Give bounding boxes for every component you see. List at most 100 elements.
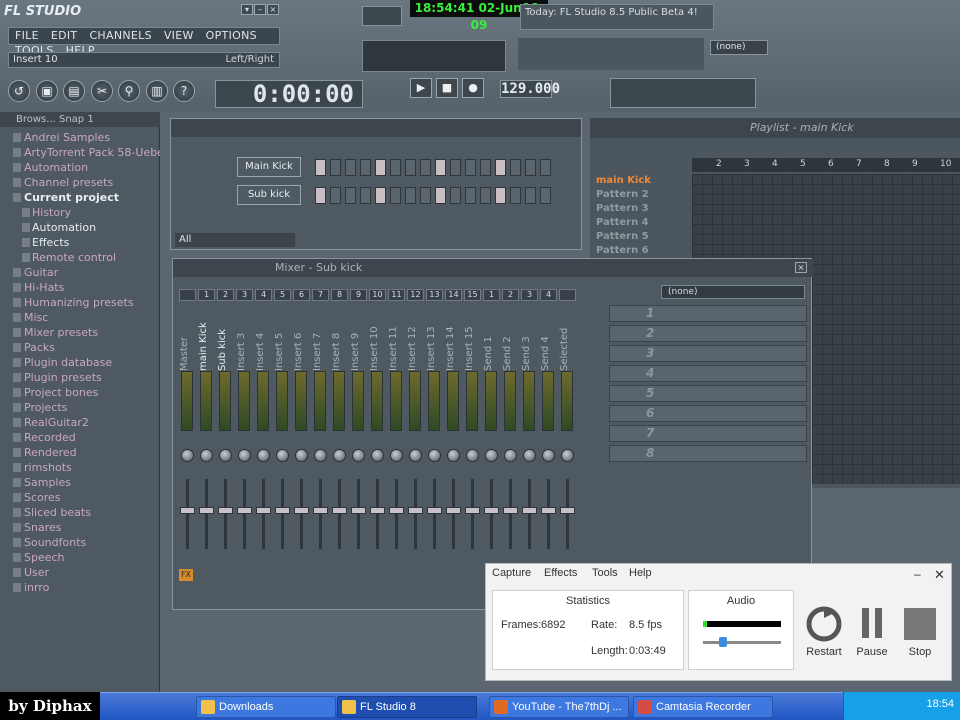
pattern-item[interactable]: Pattern 5 bbox=[592, 230, 690, 244]
step-button[interactable] bbox=[495, 159, 506, 176]
effect-slot[interactable]: 4 bbox=[609, 365, 807, 382]
track-knob[interactable] bbox=[371, 449, 384, 462]
track-fcap[interactable] bbox=[560, 507, 575, 514]
effect-slot[interactable]: 2 bbox=[609, 325, 807, 342]
track-fcap[interactable] bbox=[313, 507, 328, 514]
track-fader[interactable] bbox=[338, 479, 341, 549]
track-fcap[interactable] bbox=[332, 507, 347, 514]
track-knob[interactable] bbox=[314, 449, 327, 462]
menu-effects[interactable]: Effects bbox=[544, 567, 577, 579]
close-icon[interactable]: ✕ bbox=[934, 567, 945, 583]
mixer-track[interactable]: 8 Insert 8 bbox=[331, 281, 348, 603]
track-fader[interactable] bbox=[300, 479, 303, 549]
step-button[interactable] bbox=[540, 159, 551, 176]
pattern-item[interactable]: Pattern 2 bbox=[592, 188, 690, 202]
tempo-display[interactable]: 129.000 bbox=[500, 80, 560, 98]
browser-item[interactable]: Samples bbox=[0, 475, 160, 490]
taskbar-item[interactable]: FL Studio 8 bbox=[337, 696, 477, 718]
fx-badge[interactable]: FX bbox=[179, 569, 193, 581]
track-knob[interactable] bbox=[238, 449, 251, 462]
track-knob[interactable] bbox=[428, 449, 441, 462]
mixer-track[interactable]: Selected bbox=[559, 281, 576, 603]
browser-item[interactable]: Remote control bbox=[0, 250, 160, 265]
track-fader[interactable] bbox=[205, 479, 208, 549]
track-knob[interactable] bbox=[181, 449, 194, 462]
audio-volume-slider[interactable] bbox=[703, 641, 781, 644]
mixer-track[interactable]: 1 Send 1 bbox=[483, 281, 500, 603]
step-button[interactable] bbox=[525, 187, 536, 204]
browser-item[interactable]: Guitar bbox=[0, 265, 160, 280]
browser-item[interactable]: rimshots bbox=[0, 460, 160, 475]
effect-slot[interactable]: 1 bbox=[609, 305, 807, 322]
snap-selector[interactable]: (none) bbox=[710, 40, 768, 55]
browser-item[interactable]: Plugin database bbox=[0, 355, 160, 370]
track-fcap[interactable] bbox=[503, 507, 518, 514]
browser-item[interactable]: Scores bbox=[0, 490, 160, 505]
step-button[interactable] bbox=[345, 159, 356, 176]
track-fcap[interactable] bbox=[484, 507, 499, 514]
track-fader[interactable] bbox=[395, 479, 398, 549]
notes-icon[interactable]: ▥ bbox=[146, 80, 168, 102]
browser-item[interactable]: Plugin presets bbox=[0, 370, 160, 385]
mixer-track[interactable]: 11 Insert 11 bbox=[388, 281, 405, 603]
track-fader[interactable] bbox=[319, 479, 322, 549]
save-icon[interactable]: ▣ bbox=[36, 80, 58, 102]
browser-item[interactable]: Recorded bbox=[0, 430, 160, 445]
mixer-track[interactable]: Master bbox=[179, 281, 196, 603]
zoom-icon[interactable]: ⚲ bbox=[118, 80, 140, 102]
mixer-track[interactable]: 2 Sub kick bbox=[217, 281, 234, 603]
track-fcap[interactable] bbox=[408, 507, 423, 514]
track-knob[interactable] bbox=[200, 449, 213, 462]
taskbar-item[interactable]: YouTube - The7thDj ... bbox=[489, 696, 629, 718]
step-button[interactable] bbox=[360, 187, 371, 204]
browser-item[interactable]: Automation bbox=[0, 160, 160, 175]
track-fader[interactable] bbox=[376, 479, 379, 549]
effect-slot[interactable]: 7 bbox=[609, 425, 807, 442]
track-fader[interactable] bbox=[509, 479, 512, 549]
track-fcap[interactable] bbox=[351, 507, 366, 514]
step-button[interactable] bbox=[435, 159, 446, 176]
browser-item[interactable]: Hi-Hats bbox=[0, 280, 160, 295]
mixer-track[interactable]: 7 Insert 7 bbox=[312, 281, 329, 603]
step-button[interactable] bbox=[480, 159, 491, 176]
menu-edit[interactable]: EDIT bbox=[45, 28, 84, 43]
mixer-track[interactable]: 1 main Kick bbox=[198, 281, 215, 603]
menu-view[interactable]: VIEW bbox=[158, 28, 200, 43]
menu-help[interactable]: Help bbox=[629, 567, 652, 579]
track-fader[interactable] bbox=[528, 479, 531, 549]
track-knob[interactable] bbox=[352, 449, 365, 462]
mixer-track[interactable]: 14 Insert 14 bbox=[445, 281, 462, 603]
mixer-track[interactable]: 12 Insert 12 bbox=[407, 281, 424, 603]
step-button[interactable] bbox=[510, 187, 521, 204]
pattern-item[interactable]: Pattern 6 bbox=[592, 244, 690, 258]
browser-item[interactable]: Snares bbox=[0, 520, 160, 535]
step-button[interactable] bbox=[315, 187, 326, 204]
stop-icon[interactable]: ■ bbox=[436, 78, 458, 98]
track-knob[interactable] bbox=[485, 449, 498, 462]
browser-item[interactable]: Packs bbox=[0, 340, 160, 355]
step-button[interactable] bbox=[390, 159, 401, 176]
channel-filter[interactable]: All bbox=[175, 233, 295, 247]
window-menu-icon[interactable]: ▾ bbox=[241, 4, 253, 15]
mixer-track[interactable]: 5 Insert 5 bbox=[274, 281, 291, 603]
track-fcap[interactable] bbox=[294, 507, 309, 514]
step-button[interactable] bbox=[345, 187, 356, 204]
step-button[interactable] bbox=[465, 187, 476, 204]
track-knob[interactable] bbox=[561, 449, 574, 462]
browser-item[interactable]: Project bones bbox=[0, 385, 160, 400]
step-button[interactable] bbox=[375, 187, 386, 204]
track-fcap[interactable] bbox=[389, 507, 404, 514]
mixer-track[interactable]: 2 Send 2 bbox=[502, 281, 519, 603]
export-icon[interactable]: ▤ bbox=[63, 80, 85, 102]
cut-icon[interactable]: ✂ bbox=[91, 80, 113, 102]
step-button[interactable] bbox=[390, 187, 401, 204]
effect-slot[interactable]: 3 bbox=[609, 345, 807, 362]
browser-item[interactable]: Rendered bbox=[0, 445, 160, 460]
step-button[interactable] bbox=[435, 187, 446, 204]
track-fcap[interactable] bbox=[180, 507, 195, 514]
mixer-track[interactable]: 13 Insert 13 bbox=[426, 281, 443, 603]
step-button[interactable] bbox=[450, 187, 461, 204]
track-fcap[interactable] bbox=[237, 507, 252, 514]
browser-item[interactable]: Speech bbox=[0, 550, 160, 565]
close-icon[interactable]: × bbox=[267, 4, 279, 15]
